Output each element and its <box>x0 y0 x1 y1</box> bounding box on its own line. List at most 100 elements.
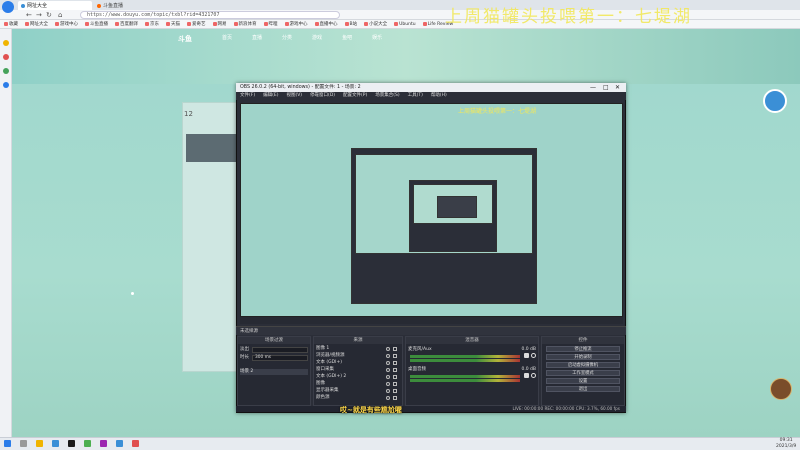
bookmark-item[interactable]: 新浪体育 <box>233 21 257 27</box>
sidebar-doc-icon[interactable] <box>3 68 9 74</box>
back-icon[interactable]: ← <box>26 11 32 19</box>
bookmark-item[interactable]: 网易 <box>212 21 227 27</box>
app-taskbar-icon[interactable] <box>116 440 123 447</box>
tab-1[interactable]: 网址大全 <box>18 1 92 10</box>
site-nav-item[interactable]: 直播 <box>252 34 262 44</box>
eye-icon[interactable] <box>386 396 390 400</box>
lock-icon[interactable] <box>393 368 397 372</box>
eye-icon[interactable] <box>386 368 390 372</box>
eye-icon[interactable] <box>386 375 390 379</box>
browser-logo-icon[interactable] <box>2 1 14 13</box>
source-item[interactable]: 颜色源 <box>316 395 400 401</box>
lock-icon[interactable] <box>393 396 397 400</box>
speaker-icon[interactable] <box>524 353 529 358</box>
url-input[interactable]: https://www.douyu.com/topic/txbl?rid=432… <box>80 11 340 19</box>
obs-menu-item[interactable]: 帮助(H) <box>431 92 447 100</box>
floating-action-icon[interactable] <box>763 89 787 113</box>
bookmark-item[interactable]: 哔哩 <box>263 21 278 27</box>
bookmark-item[interactable]: B站 <box>344 21 357 27</box>
source-item[interactable]: 文本 (GDI+) 2 <box>316 374 400 380</box>
reload-icon[interactable]: ↻ <box>46 11 52 19</box>
streamer-thumbnail[interactable] <box>186 134 236 162</box>
bookmark-item[interactable]: 斗鱼直播 <box>85 21 108 27</box>
eye-icon[interactable] <box>386 382 390 386</box>
source-item[interactable]: 显示器采集 <box>316 388 400 394</box>
browser-taskbar-icon[interactable] <box>52 440 59 447</box>
bookmark-item[interactable]: 直播中心 <box>314 21 338 27</box>
control-button[interactable]: 工作室模式 <box>546 370 620 376</box>
search-icon[interactable] <box>20 440 27 447</box>
source-item[interactable]: 浏览器/视频源 <box>316 353 400 359</box>
control-button[interactable]: 停止推流 <box>546 346 620 352</box>
tab-2[interactable]: 斗鱼直播 <box>94 1 154 10</box>
lock-icon[interactable] <box>393 375 397 379</box>
lock-icon[interactable] <box>393 389 397 393</box>
obs-menu-item[interactable]: 视图(V) <box>286 92 302 100</box>
source-item[interactable]: 窗口采集 <box>316 367 400 373</box>
app-taskbar-icon[interactable] <box>132 440 139 447</box>
control-button[interactable]: 开始录制 <box>546 354 620 360</box>
bookmark-item[interactable]: 网址大全 <box>25 21 48 27</box>
source-item[interactable]: 图像 1 <box>316 346 400 352</box>
lock-icon[interactable] <box>393 361 397 365</box>
gear-icon[interactable] <box>531 373 536 378</box>
bookmark-item[interactable]: 收藏 <box>4 21 18 27</box>
sidebar-game-icon[interactable] <box>3 82 9 88</box>
lock-icon[interactable] <box>393 347 397 351</box>
obs-menu-item[interactable]: 配置文件(P) <box>343 92 367 100</box>
lock-icon[interactable] <box>393 354 397 358</box>
bookmark-item[interactable]: 天猫 <box>166 21 180 27</box>
bookmark-item[interactable]: 百度翻译 <box>115 21 138 27</box>
duration-input[interactable]: 300 ms <box>252 355 308 361</box>
bookmark-item[interactable]: 爱奇艺 <box>187 21 206 27</box>
bookmark-item[interactable]: 游戏中心 <box>55 21 78 27</box>
eye-icon[interactable] <box>386 347 390 351</box>
sidebar-mail-icon[interactable] <box>3 54 9 60</box>
eye-icon[interactable] <box>386 354 390 358</box>
site-nav-item[interactable]: 鱼吧 <box>342 34 352 44</box>
chat-widget-icon[interactable] <box>770 378 792 400</box>
transition-select[interactable] <box>252 347 308 353</box>
sidebar-star-icon[interactable] <box>3 40 9 46</box>
bookmark-label: 百度翻译 <box>120 22 138 27</box>
obs-taskbar-icon[interactable] <box>68 440 75 447</box>
bookmark-label: 游戏中心 <box>60 22 78 27</box>
eye-icon[interactable] <box>386 389 390 393</box>
obs-maximize-icon[interactable]: □ <box>603 84 609 91</box>
obs-close-icon[interactable]: ✕ <box>615 84 620 91</box>
site-nav-item[interactable]: 游戏 <box>312 34 322 44</box>
bookmark-item[interactable]: 小说大全 <box>364 21 387 27</box>
bookmark-item[interactable]: 京东 <box>145 21 159 27</box>
scene-item[interactable]: 场景 2 <box>240 369 308 375</box>
control-button[interactable]: 设置 <box>546 378 620 384</box>
obs-preview[interactable] <box>240 103 623 317</box>
obs-minimize-icon[interactable]: — <box>590 84 596 91</box>
home-icon[interactable]: ⌂ <box>58 11 62 19</box>
bookmark-item[interactable]: 游戏中心 <box>284 21 308 27</box>
site-nav-item[interactable]: 分类 <box>282 34 292 44</box>
eye-icon[interactable] <box>386 361 390 365</box>
volume-meter <box>410 375 520 378</box>
folder-icon[interactable] <box>36 440 43 447</box>
source-label: 浏览器/视频源 <box>316 353 345 358</box>
app-taskbar-icon[interactable] <box>100 440 107 447</box>
obs-menu-item[interactable]: 场景集合(S) <box>375 92 399 100</box>
control-button[interactable]: 退出 <box>546 386 620 392</box>
bookmark-item[interactable]: Ubuntu <box>394 22 416 27</box>
obs-menu-item[interactable]: 停靠窗口(D) <box>310 92 335 100</box>
forward-icon[interactable]: → <box>36 11 42 19</box>
windows-start-icon[interactable] <box>4 440 11 447</box>
obs-menu-item[interactable]: 工具(T) <box>408 92 423 100</box>
source-item[interactable]: 文本 (GDI+) <box>316 360 400 366</box>
gear-icon[interactable] <box>531 353 536 358</box>
site-logo[interactable]: 斗鱼 <box>178 34 192 44</box>
lock-icon[interactable] <box>393 382 397 386</box>
speaker-icon[interactable] <box>524 373 529 378</box>
control-button[interactable]: 启动虚拟摄像机 <box>546 362 620 368</box>
site-nav-item[interactable]: 首页 <box>222 34 232 44</box>
source-item[interactable]: 图像 <box>316 381 400 387</box>
obs-menu-item[interactable]: 文件(F) <box>240 92 255 100</box>
site-nav-item[interactable]: 娱乐 <box>372 34 382 44</box>
obs-menu-item[interactable]: 编辑(E) <box>263 92 278 100</box>
app-taskbar-icon[interactable] <box>84 440 91 447</box>
